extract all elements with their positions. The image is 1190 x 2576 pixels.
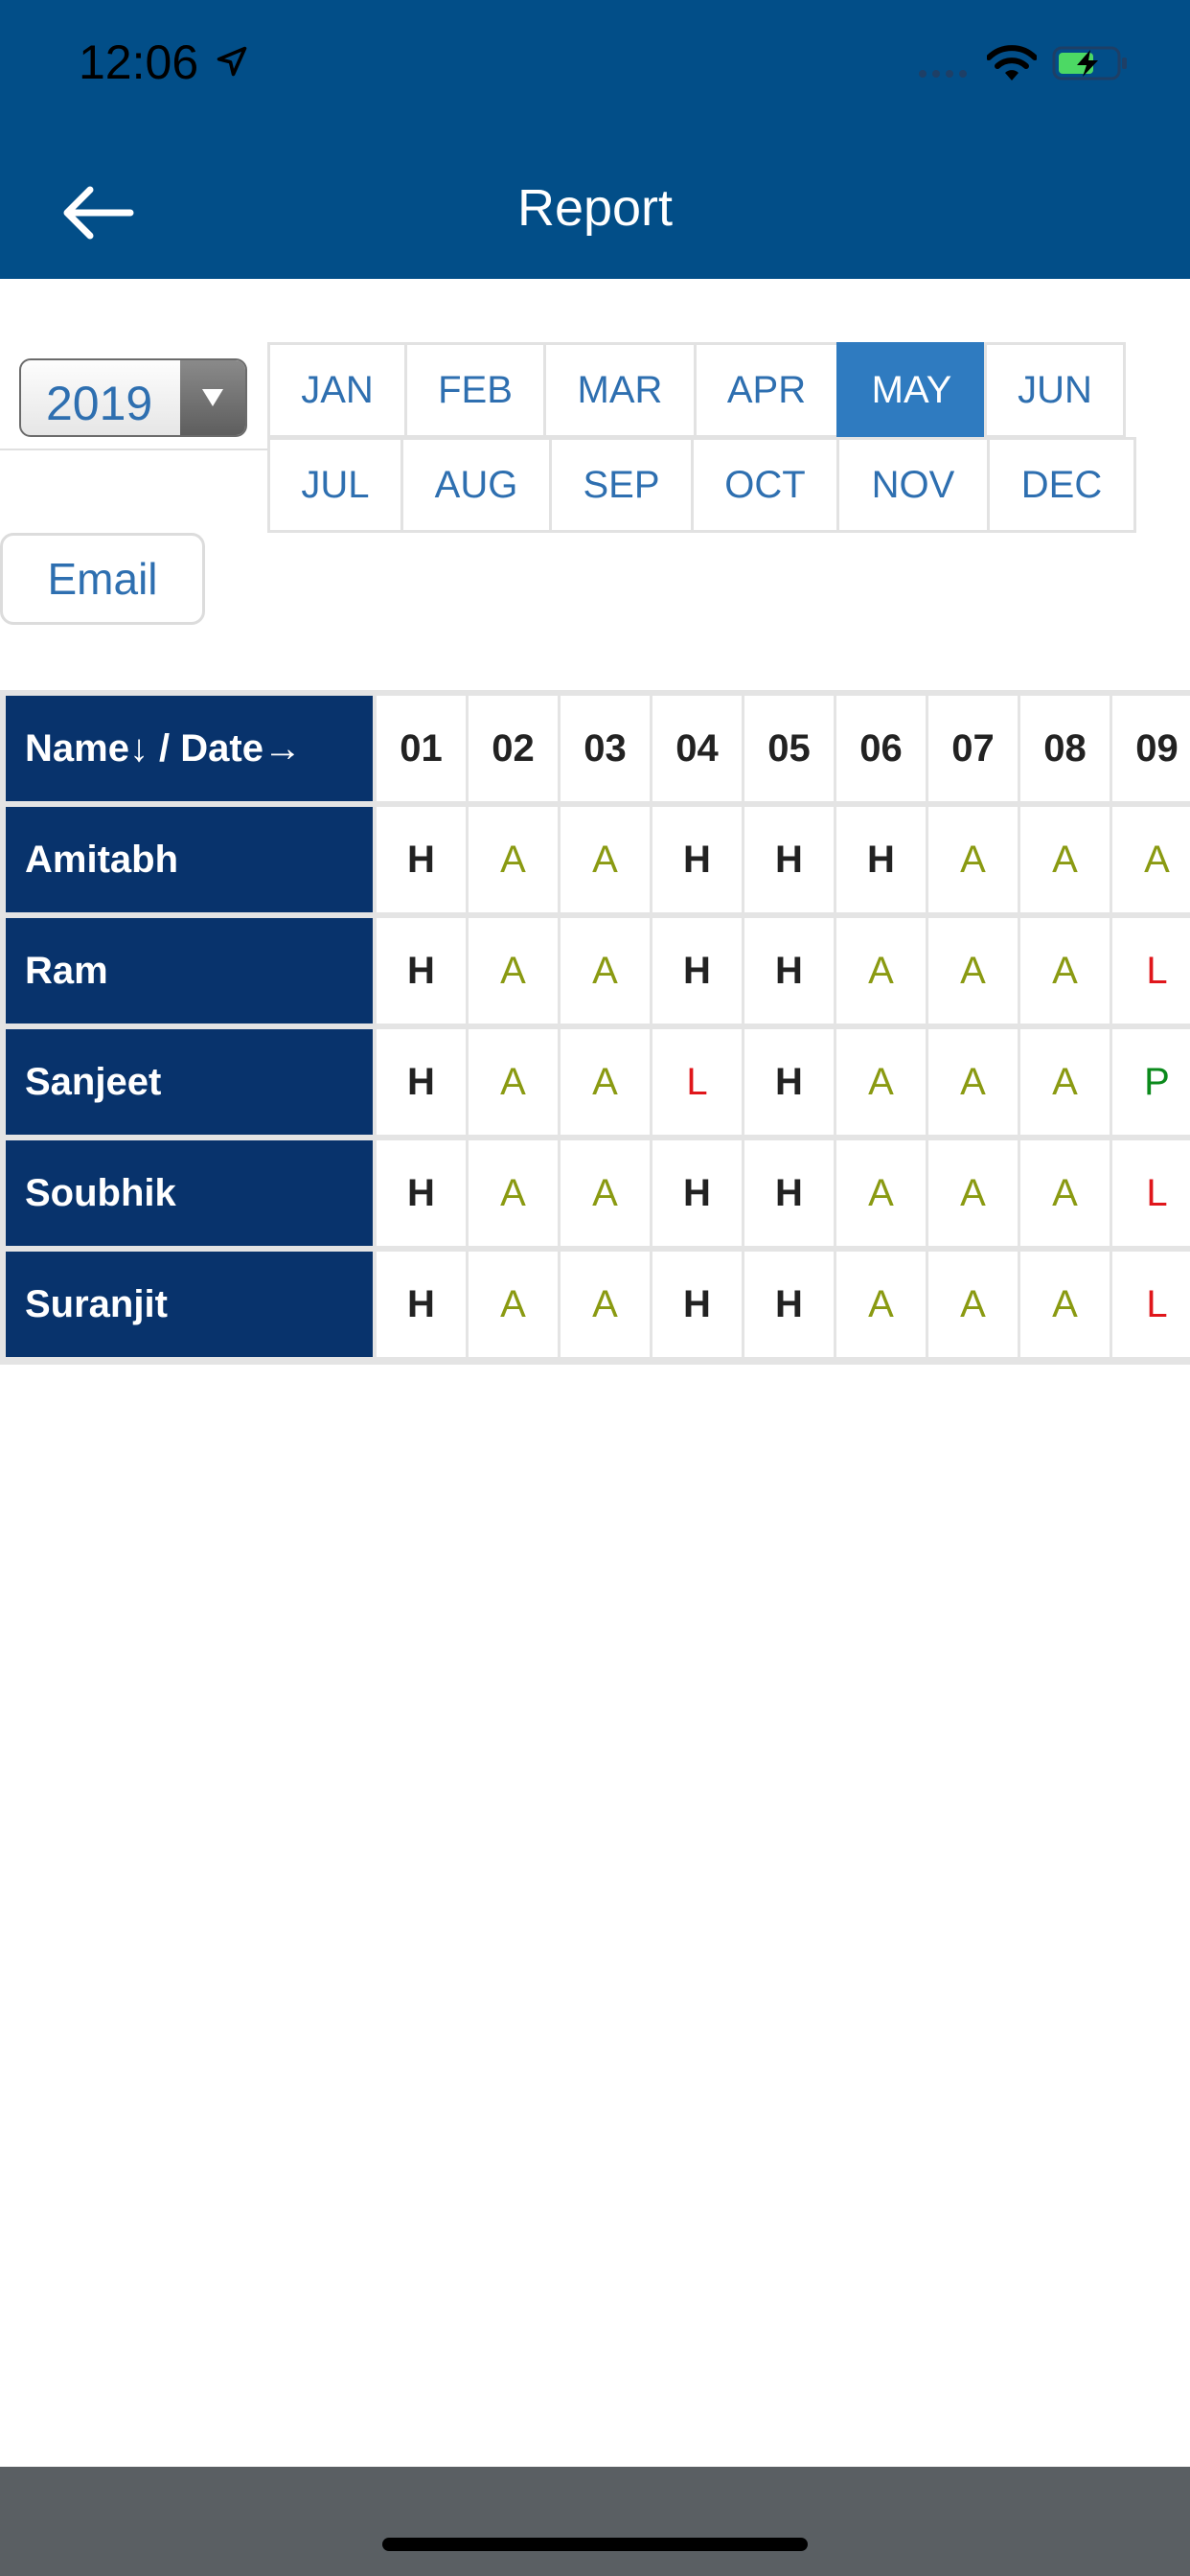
status-time: 12:06 — [79, 35, 199, 89]
attendance-cell: L — [1112, 1140, 1190, 1246]
attendance-cell: A — [469, 1140, 558, 1246]
wifi-icon — [987, 45, 1037, 80]
month-jun[interactable]: JUN — [984, 342, 1126, 438]
app-header: 12:06 Report — [0, 0, 1190, 279]
attendance-cell: L — [652, 1029, 742, 1135]
attendance-cell: A — [561, 807, 650, 912]
attendance-cell: A — [1020, 918, 1110, 1024]
attendance-cell: H — [744, 1252, 834, 1357]
attendance-cell: A — [469, 918, 558, 1024]
attendance-cell: H — [377, 1252, 466, 1357]
month-dec[interactable]: DEC — [987, 437, 1136, 533]
email-button[interactable]: Email — [0, 533, 205, 625]
dropdown-arrow-icon — [180, 360, 245, 435]
month-jan[interactable]: JAN — [267, 342, 407, 438]
attendance-cell: A — [561, 1252, 650, 1357]
divider — [0, 448, 268, 450]
month-aug[interactable]: AUG — [400, 437, 552, 533]
attendance-cell: P — [1112, 1029, 1190, 1135]
attendance-cell: A — [469, 1029, 558, 1135]
attendance-cell: A — [561, 918, 650, 1024]
date-header: 02 — [469, 696, 558, 801]
month-oct[interactable]: OCT — [691, 437, 839, 533]
bottom-bar — [0, 2467, 1190, 2576]
attendance-table: Name↓ / Date→ 01 02 03 04 05 06 07 08 09 Amitabh H A… — [0, 690, 1190, 1365]
cellular-signal-icon — [919, 70, 967, 78]
attendance-cell: H — [377, 1029, 466, 1135]
date-header: 05 — [744, 696, 834, 801]
attendance-cell: A — [928, 1252, 1018, 1357]
date-header: 09 — [1112, 696, 1190, 801]
attendance-cell: H — [652, 1252, 742, 1357]
month-mar[interactable]: MAR — [543, 342, 697, 438]
attendance-cell: A — [561, 1029, 650, 1135]
attendance-cell: A — [1020, 1140, 1110, 1246]
year-select-value: 2019 — [46, 377, 153, 430]
month-sep[interactable]: SEP — [549, 437, 694, 533]
page-title: Report — [516, 179, 674, 237]
date-header: 06 — [836, 696, 926, 801]
table-corner-header: Name↓ / Date→ — [6, 696, 373, 801]
attendance-cell: A — [836, 1140, 926, 1246]
attendance-cell: H — [377, 1140, 466, 1246]
attendance-cell: A — [928, 1140, 1018, 1246]
year-select[interactable]: 2019 — [19, 358, 247, 437]
home-indicator[interactable] — [382, 2538, 808, 2551]
attendance-cell: H — [377, 918, 466, 1024]
month-jul[interactable]: JUL — [267, 437, 403, 533]
date-header: 08 — [1020, 696, 1110, 801]
attendance-cell: A — [836, 918, 926, 1024]
attendance-cell: A — [928, 918, 1018, 1024]
attendance-cell: A — [928, 1029, 1018, 1135]
attendance-cell: A — [1020, 1252, 1110, 1357]
row-name: Suranjit — [6, 1252, 373, 1357]
attendance-cell: L — [1112, 1252, 1190, 1357]
date-header: 03 — [561, 696, 650, 801]
attendance-cell: A — [1020, 1029, 1110, 1135]
row-name: Ram — [6, 918, 373, 1024]
month-apr[interactable]: APR — [694, 342, 839, 438]
location-arrow-icon — [217, 46, 247, 77]
attendance-cell: A — [836, 1029, 926, 1135]
month-nov[interactable]: NOV — [836, 437, 990, 533]
attendance-cell: L — [1112, 918, 1190, 1024]
attendance-cell: A — [1112, 807, 1190, 912]
month-may[interactable]: MAY — [836, 342, 987, 438]
attendance-cell: A — [928, 807, 1018, 912]
attendance-cell: H — [744, 1140, 834, 1246]
attendance-cell: A — [469, 1252, 558, 1357]
battery-charging-icon — [1052, 46, 1127, 80]
attendance-cell: H — [652, 1140, 742, 1246]
attendance-cell: H — [836, 807, 926, 912]
row-name: Sanjeet — [6, 1029, 373, 1135]
attendance-cell: A — [1020, 807, 1110, 912]
attendance-cell: H — [377, 807, 466, 912]
attendance-cell: A — [836, 1252, 926, 1357]
attendance-cell: A — [469, 807, 558, 912]
month-feb[interactable]: FEB — [404, 342, 546, 438]
attendance-cell: H — [652, 807, 742, 912]
row-name: Soubhik — [6, 1140, 373, 1246]
attendance-cell: H — [744, 1029, 834, 1135]
row-name: Amitabh — [6, 807, 373, 912]
attendance-cell: A — [561, 1140, 650, 1246]
attendance-cell: H — [744, 918, 834, 1024]
attendance-cell: H — [744, 807, 834, 912]
date-header: 01 — [377, 696, 466, 801]
attendance-cell: H — [652, 918, 742, 1024]
date-header: 04 — [652, 696, 742, 801]
date-header: 07 — [928, 696, 1018, 801]
